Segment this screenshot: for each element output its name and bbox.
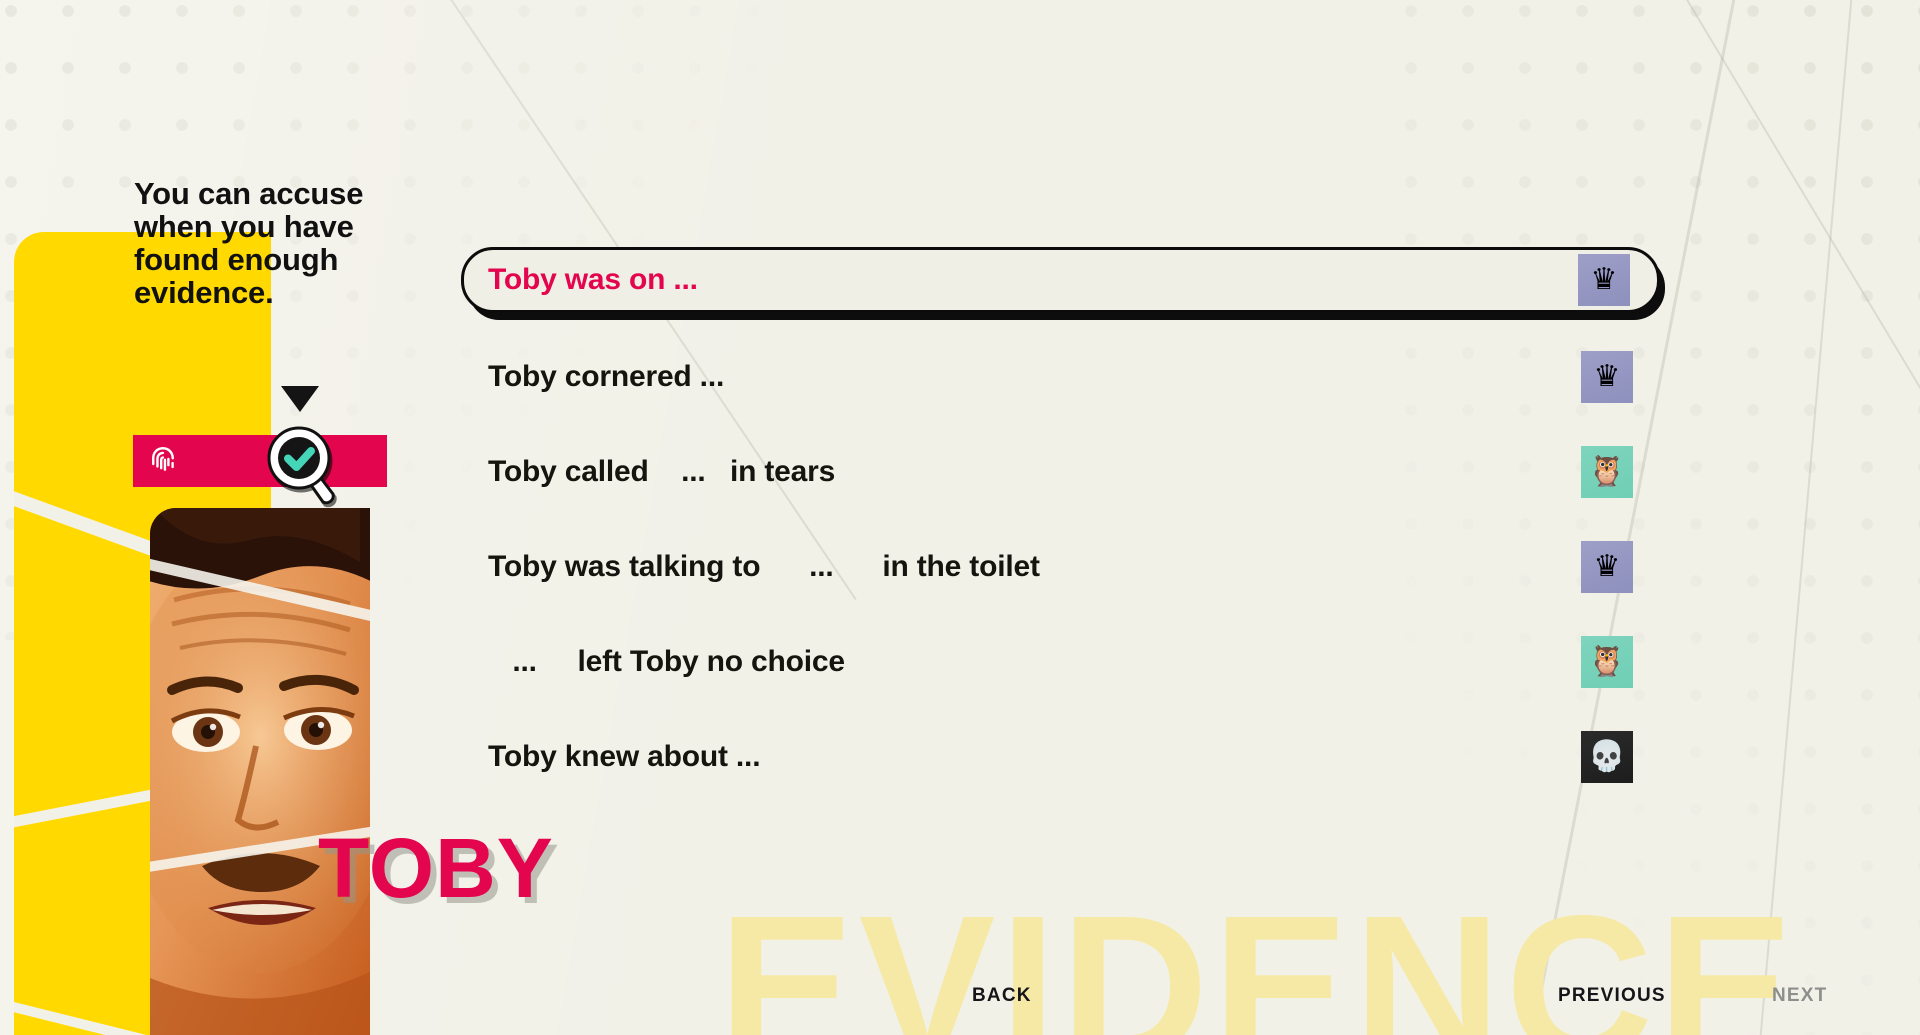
bottom-navigation: BACK PREVIOUS NEXT xyxy=(0,985,1920,1035)
background-diagonal-line-3 xyxy=(1680,0,1920,1019)
evidence-row[interactable]: Toby was on ... ♛ xyxy=(461,247,1660,313)
evidence-row-label: Toby was talking to ... in the toilet xyxy=(488,550,1040,583)
evidence-row[interactable]: Toby cornered ... ♛ xyxy=(461,346,1660,408)
evidence-row-label: Toby called ... in tears xyxy=(488,455,836,488)
owl-icon: 🦉 xyxy=(1581,636,1633,688)
skull-icon: 💀 xyxy=(1581,731,1633,783)
evidence-row[interactable]: Toby called ... in tears 🦉 xyxy=(461,441,1660,503)
character-name: TOBY xyxy=(318,821,554,915)
evidence-list: Toby was on ... ♛ Toby cornered ... ♛ Toby c… xyxy=(461,247,1660,821)
background-diagonal-line-2 xyxy=(1750,0,1854,1035)
previous-button[interactable]: PREVIOUS xyxy=(1558,985,1666,1007)
back-button[interactable]: BACK xyxy=(972,985,1032,1007)
owl-icon: 🦉 xyxy=(1581,446,1633,498)
evidence-screen: EVIDENCE You can accuse when you have fo… xyxy=(0,0,1920,1035)
hint-text: You can accuse when you have found enoug… xyxy=(134,176,364,310)
evidence-row-label: Toby was on ... xyxy=(488,263,698,296)
crown-icon: ♛ xyxy=(1578,254,1630,306)
evidence-row[interactable]: Toby knew about ... 💀 xyxy=(461,726,1660,788)
evidence-row-label: ... left Toby no choice xyxy=(488,645,845,678)
evidence-meter[interactable] xyxy=(133,435,387,487)
magnifier-check-icon xyxy=(267,426,335,505)
next-button[interactable]: NEXT xyxy=(1772,985,1827,1007)
crown-icon: ♛ xyxy=(1581,541,1633,593)
evidence-row[interactable]: ... left Toby no choice 🦉 xyxy=(461,631,1660,693)
fingerprint-icon xyxy=(152,447,174,471)
evidence-row-label: Toby cornered ... xyxy=(488,360,725,393)
evidence-row[interactable]: Toby was talking to ... in the toilet ♛ xyxy=(461,536,1660,598)
character-portrait xyxy=(150,508,370,1035)
evidence-row-label: Toby knew about ... xyxy=(488,740,761,773)
crown-icon: ♛ xyxy=(1581,351,1633,403)
triangle-down-icon xyxy=(281,386,319,412)
